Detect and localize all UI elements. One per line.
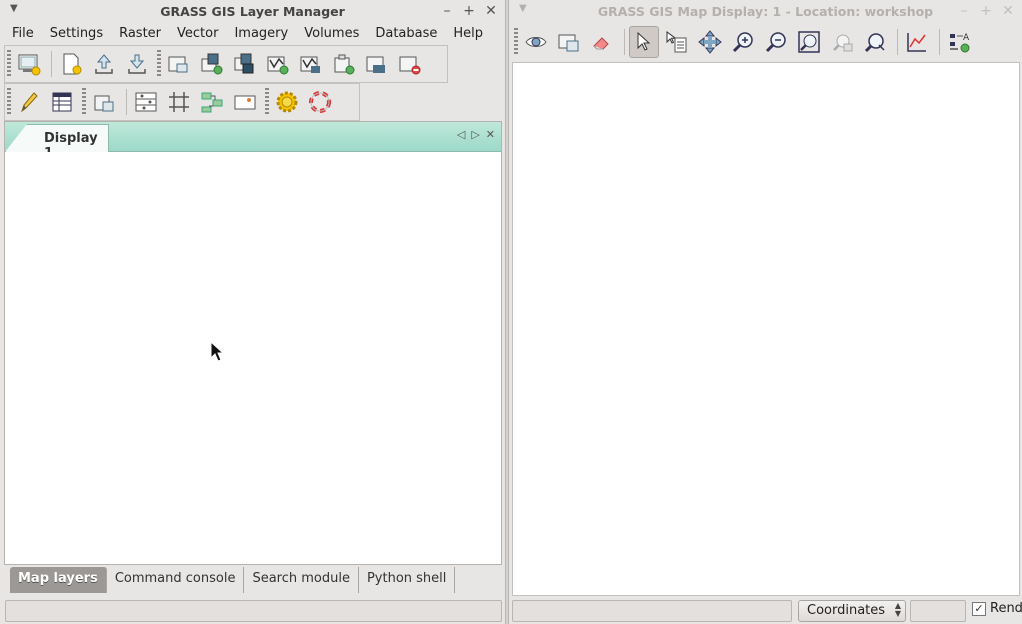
add-misc-layer-icon[interactable] (329, 48, 359, 80)
menu-volumes[interactable]: Volumes (296, 24, 367, 44)
toolbar-grip[interactable] (265, 88, 269, 116)
map-display-titlebar[interactable]: ▼ GRASS GIS Map Display: 1 - Location: w… (509, 0, 1022, 24)
tab-map-layers[interactable]: Map layers (10, 567, 107, 593)
status-coordinates-field (512, 600, 792, 622)
notebook-tab-bar: Display 1 ◁ ▷ ✕ (5, 122, 501, 152)
erase-display-icon[interactable] (587, 26, 617, 58)
render-label: Render (990, 601, 1022, 616)
map-toolbar: A (512, 25, 977, 59)
menu-settings[interactable]: Settings (42, 24, 111, 44)
zoom-extent-icon[interactable] (794, 26, 824, 58)
save-workspace-icon[interactable] (122, 48, 152, 80)
add-overlay-icon[interactable] (230, 48, 260, 80)
zoom-menu-icon[interactable] (860, 26, 890, 58)
pan-icon[interactable] (695, 26, 725, 58)
modeler-icon[interactable] (197, 86, 227, 118)
close-icon[interactable]: ✕ (483, 2, 499, 20)
zoom-back-icon[interactable] (827, 26, 857, 58)
query-icon[interactable] (662, 26, 692, 58)
bottom-tabs: Map layers Command console Search module… (10, 567, 456, 593)
decorations-icon[interactable]: A (944, 26, 974, 58)
close-icon[interactable]: ✕ (1000, 2, 1016, 20)
layer-manager-titlebar[interactable]: ▼ GRASS GIS Layer Manager – + ✕ (0, 0, 505, 24)
tab-scroll-left-icon[interactable]: ◁ (457, 128, 465, 141)
menu-vector[interactable]: Vector (169, 24, 226, 44)
map-display-title: GRASS GIS Map Display: 1 - Location: wor… (597, 4, 934, 19)
svg-text:A: A (963, 33, 970, 43)
menu-database[interactable]: Database (367, 24, 445, 44)
map-display-statusbar: Coordinates ▲▼ ✓ Render (512, 599, 1022, 623)
tab-command-console[interactable]: Command console (107, 567, 245, 593)
new-workspace-icon[interactable] (56, 48, 86, 80)
tab-close-icon[interactable]: ✕ (486, 128, 495, 141)
mouse-cursor-icon (210, 341, 224, 362)
zoom-in-icon[interactable] (728, 26, 758, 58)
add-raster-icon[interactable] (164, 48, 194, 80)
zoom-out-icon[interactable] (761, 26, 791, 58)
render-map-icon[interactable] (554, 26, 584, 58)
minimize-icon[interactable]: – (956, 2, 972, 20)
open-workspace-icon[interactable] (89, 48, 119, 80)
status-field (910, 600, 966, 622)
toolbar-grip[interactable] (82, 88, 86, 116)
menu-raster[interactable]: Raster (111, 24, 169, 44)
window-menu-icon[interactable]: ▼ (10, 3, 18, 14)
toolbar-grip[interactable] (7, 50, 11, 78)
tab-search-module[interactable]: Search module (244, 567, 359, 593)
add-multiple-raster-icon[interactable] (197, 48, 227, 80)
settings-icon[interactable] (272, 86, 302, 118)
display-map-icon[interactable] (521, 26, 551, 58)
maximize-icon[interactable]: + (978, 2, 994, 20)
vector-digitizer-icon[interactable] (14, 86, 44, 118)
raster-calculator-icon[interactable] (131, 86, 161, 118)
layer-manager-title: GRASS GIS Layer Manager (160, 4, 345, 19)
help-icon[interactable] (305, 86, 335, 118)
remove-layer-icon[interactable] (395, 48, 425, 80)
tab-display-1[interactable]: Display 1 (5, 124, 109, 152)
status-mode-value: Coordinates (807, 603, 886, 618)
add-multiple-vector-icon[interactable] (296, 48, 326, 80)
spin-arrows-icon: ▲ ▼ (894, 601, 901, 618)
minimize-icon[interactable]: – (439, 2, 455, 20)
layer-tree[interactable] (5, 152, 501, 564)
map-display-window: ▼ GRASS GIS Map Display: 1 - Location: w… (508, 0, 1022, 624)
menu-imagery[interactable]: Imagery (226, 24, 296, 44)
import-icon[interactable] (89, 86, 119, 118)
add-command-layer-icon[interactable] (362, 48, 392, 80)
menubar: File Settings Raster Vector Imagery Volu… (0, 24, 505, 44)
toolbar-grip[interactable] (157, 50, 161, 78)
menu-help[interactable]: Help (445, 24, 491, 44)
map-canvas[interactable] (512, 62, 1020, 596)
layer-manager-statusbar (5, 600, 502, 622)
tab-scroll-right-icon[interactable]: ▷ (471, 128, 479, 141)
maximize-icon[interactable]: + (461, 2, 477, 20)
cartographic-composer-icon[interactable] (230, 86, 260, 118)
attribute-table-icon[interactable] (47, 86, 77, 118)
toolbar-grip[interactable] (7, 88, 11, 116)
status-mode-select[interactable]: Coordinates ▲ ▼ (798, 600, 906, 622)
render-checkbox[interactable]: ✓ Render (972, 601, 1022, 616)
new-display-icon[interactable] (14, 48, 44, 80)
layer-manager-window: ▼ GRASS GIS Layer Manager – + ✕ File Set… (0, 0, 506, 624)
window-menu-icon[interactable]: ▼ (519, 3, 527, 14)
toolbar-grip[interactable] (514, 28, 518, 56)
georectifier-icon[interactable] (164, 86, 194, 118)
pointer-icon[interactable] (629, 26, 659, 58)
analyze-icon[interactable] (902, 26, 932, 58)
tools-toolbar (5, 85, 338, 119)
menu-file[interactable]: File (4, 24, 42, 44)
checkbox-check-icon: ✓ (972, 601, 986, 616)
add-vector-icon[interactable] (263, 48, 293, 80)
display-notebook: Display 1 ◁ ▷ ✕ (4, 121, 502, 565)
main-toolbar (5, 47, 428, 81)
tab-python-shell[interactable]: Python shell (359, 567, 456, 593)
